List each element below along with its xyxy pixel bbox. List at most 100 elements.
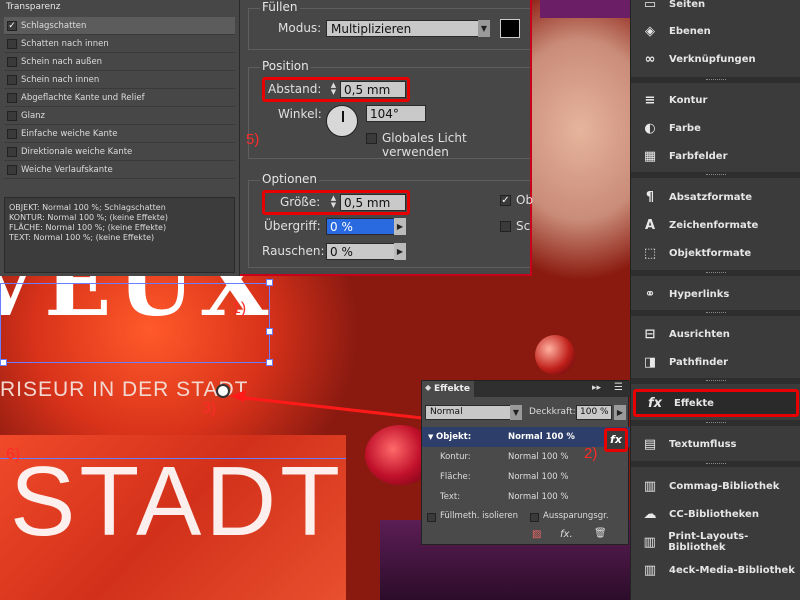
object-knockout-label: Ob	[516, 193, 534, 207]
chevron-right-icon[interactable]: ▶	[394, 243, 406, 260]
shadow-color-swatch[interactable]	[500, 19, 520, 38]
character-styles-icon: A	[644, 217, 656, 233]
disclosure-icon[interactable]: ▼	[428, 427, 433, 447]
effect-item-satin[interactable]: Glanz	[4, 107, 235, 125]
checkbox-checked-icon[interactable]: ✓	[7, 20, 17, 31]
checkbox-icon[interactable]	[7, 38, 17, 49]
shadow-honors-checkbox[interactable]	[500, 221, 511, 232]
dock-item-label: CC-Bibliotheken	[669, 508, 759, 520]
panel-menu-icon[interactable]: ☰	[614, 382, 623, 393]
effect-label: Schlagschatten	[21, 20, 87, 31]
effect-item-drop-shadow[interactable]: ✓ Schlagschatten	[4, 17, 235, 35]
dock-item-swatches[interactable]: ▦ Farbfelder	[631, 144, 800, 168]
chevron-down-icon[interactable]: ▼	[478, 20, 490, 37]
dock-item-stroke[interactable]: ≡ Kontur	[631, 88, 800, 112]
dock-item-print-layouts-library[interactable]: ▥ Print-Layouts-Bibliothek	[631, 530, 800, 554]
effect-label: Abgeflachte Kante und Relief	[21, 92, 145, 103]
effect-label: Schatten nach innen	[21, 38, 109, 49]
effect-label: Direktionale weiche Kante	[21, 146, 133, 157]
checkbox-icon[interactable]	[7, 92, 17, 103]
effect-item-inner-shadow[interactable]: Schatten nach innen	[4, 35, 235, 53]
dock-item-label: Hyperlinks	[669, 288, 730, 300]
dock-item-pages[interactable]: ▭ Seiten	[631, 0, 800, 16]
checkbox-icon[interactable]	[7, 146, 17, 157]
chevron-down-icon[interactable]: ▼	[510, 405, 522, 420]
spread-label: Übergriff:	[264, 219, 321, 233]
effect-item-outer-glow[interactable]: Schein nach außen	[4, 53, 235, 71]
effect-item-gradient-feather[interactable]: Weiche Verlaufskante	[4, 161, 235, 179]
checkbox-icon[interactable]	[7, 74, 17, 85]
opacity-input[interactable]: 100 %	[576, 405, 612, 420]
dock-item-object-styles[interactable]: ⬚ Objektformate	[631, 241, 800, 265]
shadow-honors-label: Sc	[516, 219, 531, 233]
effects-summary: OBJEKT: Normal 100 %; Schlagschatten KON…	[4, 197, 235, 273]
expand-icon[interactable]: ▸▸	[592, 383, 601, 393]
effect-item-basic-feather[interactable]: Einfache weiche Kante	[4, 125, 235, 143]
paragraph-styles-icon: ¶	[645, 189, 655, 205]
knockout-group-label: Aussparungsgr.	[543, 511, 609, 521]
noise-input[interactable]: 0 %	[326, 243, 400, 260]
dock-item-layers[interactable]: ◈ Ebenen	[631, 19, 800, 43]
dock-item-align[interactable]: ⊟ Ausrichten	[631, 322, 800, 346]
clear-effects-icon[interactable]: ▨	[532, 529, 541, 540]
annotation-1: 1)	[232, 300, 247, 317]
transparency-effects-panel: Transparenz ✓ Schlagschatten Schatten na…	[0, 0, 240, 276]
effects-row-object[interactable]: ▼ Objekt: Normal 100 %	[422, 427, 630, 447]
dock-separator	[631, 420, 800, 426]
dock-item-label: Commag-Bibliothek	[669, 480, 780, 492]
dock-item-4eck-library[interactable]: ▥ 4eck-Media-Bibliothek	[631, 558, 800, 582]
effects-row-stroke[interactable]: Kontur: Normal 100 %	[422, 447, 630, 467]
fx-button[interactable]: fx	[604, 428, 628, 452]
annotation-2: 2)	[584, 445, 598, 462]
hyperlinks-icon: ⚭	[644, 286, 656, 302]
angle-label: Winkel:	[278, 107, 322, 121]
effects-row-text[interactable]: Text: Normal 100 %	[422, 487, 630, 507]
dock-item-label: Textumfluss	[669, 438, 737, 450]
annotation-5: 5)	[246, 131, 260, 148]
dock-item-commag-library[interactable]: ▥ Commag-Bibliothek	[631, 474, 800, 498]
effect-item-directional-feather[interactable]: Direktionale weiche Kante	[4, 143, 235, 161]
isolate-blending-checkbox[interactable]	[427, 513, 436, 522]
object-knockout-checkbox[interactable]: ✓	[500, 195, 511, 206]
effect-label: Einfache weiche Kante	[21, 128, 118, 139]
dock-item-character-styles[interactable]: A Zeichenformate	[631, 213, 800, 237]
dock-item-pathfinder[interactable]: ◨ Pathfinder	[631, 350, 800, 374]
dock-item-label: Absatzformate	[669, 191, 753, 203]
knockout-group-checkbox[interactable]	[530, 513, 539, 522]
summary-line: OBJEKT: Normal 100 %; Schlagschatten	[9, 203, 166, 212]
dock-item-effects[interactable]: fx Effekte	[633, 389, 799, 417]
checkbox-icon[interactable]	[7, 164, 17, 175]
dock-item-links[interactable]: ∞ Verknüpfungen	[631, 47, 800, 71]
row-label: Kontur:	[440, 452, 471, 462]
checkbox-icon[interactable]	[7, 110, 17, 121]
pathfinder-icon: ◨	[643, 354, 657, 370]
blend-mode-select[interactable]: Normal	[425, 405, 521, 420]
dock-item-label: Seiten	[669, 0, 706, 10]
dock-item-text-wrap[interactable]: ▤ Textumfluss	[631, 432, 800, 456]
position-title: Position	[260, 59, 311, 73]
library-icon: ▥	[643, 478, 657, 494]
collapse-icon[interactable]: ◆	[425, 383, 431, 392]
angle-dial[interactable]	[326, 105, 358, 137]
chevron-right-icon[interactable]: ▶	[394, 218, 406, 235]
chevron-right-icon[interactable]: ▶	[614, 405, 626, 420]
effects-row-fill[interactable]: Fläche: Normal 100 %	[422, 467, 630, 487]
global-light-checkbox[interactable]	[366, 133, 377, 144]
dock-item-cc-libraries[interactable]: ☁ CC-Bibliotheken	[631, 502, 800, 526]
palette-icon: ◐	[644, 120, 656, 136]
annotation-6: 6)	[6, 446, 21, 463]
effect-item-inner-glow[interactable]: Schein nach innen	[4, 71, 235, 89]
checkbox-icon[interactable]	[7, 56, 17, 67]
dock-item-hyperlinks[interactable]: ⚭ Hyperlinks	[631, 282, 800, 306]
trash-icon[interactable]: 🗑	[594, 528, 607, 539]
effect-item-bevel-emboss[interactable]: Abgeflachte Kante und Relief	[4, 89, 235, 107]
dock-item-color[interactable]: ◐ Farbe	[631, 116, 800, 140]
blend-mode-select[interactable]: Multiplizieren	[326, 20, 490, 37]
spread-input[interactable]: 0 %	[326, 218, 400, 235]
dock-item-label: Ebenen	[669, 25, 711, 37]
angle-input[interactable]: 104°	[366, 105, 426, 122]
row-value: Normal 100 %	[508, 432, 575, 442]
dock-item-paragraph-styles[interactable]: ¶ Absatzformate	[631, 185, 800, 209]
checkbox-icon[interactable]	[7, 128, 17, 139]
fx-menu-icon[interactable]: fx.	[560, 529, 573, 540]
